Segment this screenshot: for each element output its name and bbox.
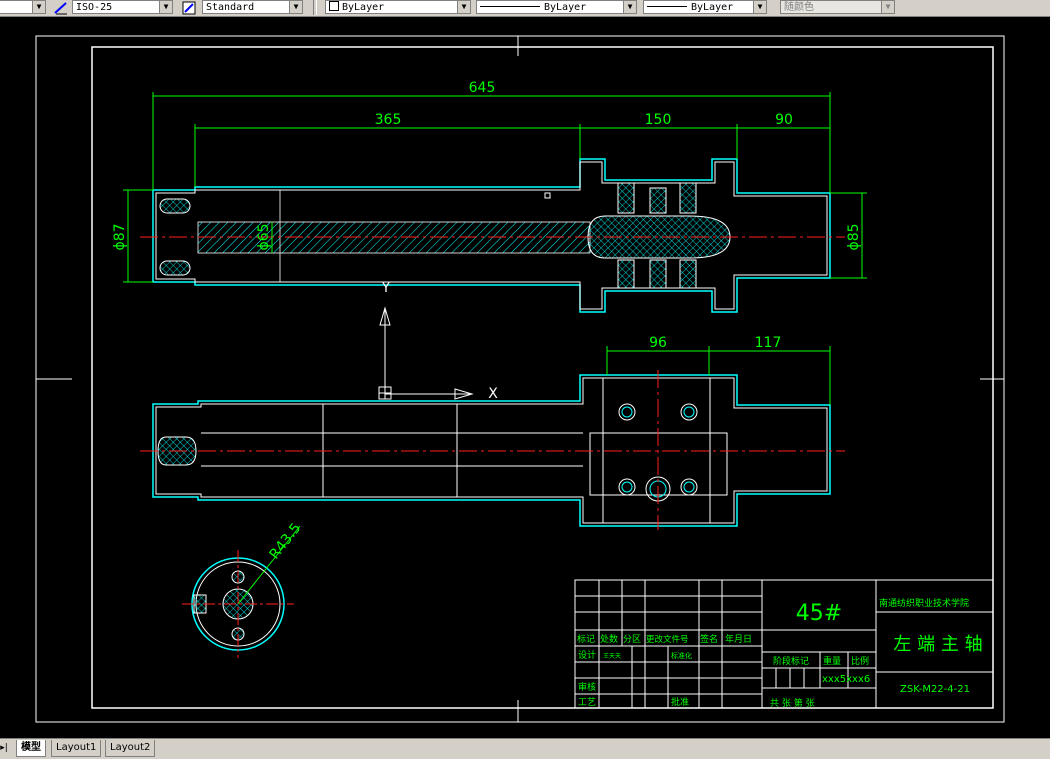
- text-style-icon[interactable]: [182, 0, 196, 15]
- tb-scale: 比例: [851, 655, 869, 667]
- ucs-x-label: X: [488, 386, 498, 402]
- linetype-select[interactable]: ByLayer ▼: [476, 0, 637, 14]
- properties-toolbar: ▼ ISO-25 ▼ Standard ▼ ByLayer ▼ ByLayer ▼ By…: [0, 0, 1050, 17]
- sheet-frame: [35, 35, 1005, 723]
- tb-material: 45#: [796, 601, 842, 626]
- tb-review: 审核: [578, 681, 596, 693]
- tb-count: 处数: [600, 633, 618, 645]
- drawing-canvas[interactable]: 645 365 150 90 ϕ87 ϕ65 ϕ85 Y X 96 117 R4…: [0, 16, 1050, 738]
- front-section-view: [140, 158, 845, 313]
- dim-117: 117: [755, 335, 782, 351]
- dimstyle-select[interactable]: ISO-25 ▼: [72, 0, 173, 14]
- plotstyle-select: 随颜色 ▼: [780, 0, 895, 14]
- ucs-icon: [378, 306, 474, 400]
- tb-approve: 批准: [671, 696, 689, 708]
- toolbar-separator: [313, 0, 317, 15]
- lineweight-select[interactable]: ByLayer ▼: [643, 0, 767, 14]
- dim-diameter-85: ϕ85: [846, 223, 862, 250]
- dropdown-arrow-icon: ▼: [289, 1, 302, 13]
- dim-diameter-65: ϕ65: [256, 223, 272, 250]
- tab-layout1[interactable]: Layout1: [51, 740, 102, 757]
- tb-signature: 签名: [700, 633, 718, 645]
- layout-tab-bar: ▸| 模型 Layout1 Layout2: [0, 738, 1050, 759]
- dropdown-arrow-icon: ▼: [881, 1, 894, 13]
- tb-change-doc: 更改文件号: [646, 634, 689, 645]
- tab-nav-icon[interactable]: ▸|: [0, 741, 8, 755]
- tb-scale-values: xxx5xxx6: [822, 674, 870, 685]
- lineweight-preview: [647, 6, 687, 7]
- dimstyle-value: ISO-25: [76, 2, 113, 13]
- tb-mark: 标记: [577, 633, 595, 645]
- dim-150: 150: [645, 112, 672, 128]
- tb-sheets: 共 张 第 张: [770, 697, 815, 709]
- textstyle-value: Standard: [206, 2, 255, 13]
- color-swatch-icon: [329, 1, 339, 11]
- dropdown-arrow-icon: ▼: [623, 1, 636, 13]
- ucs-y-label: Y: [381, 281, 390, 296]
- dimension-style-icon[interactable]: [54, 0, 68, 15]
- dim-radius: R43.5: [267, 520, 305, 562]
- tb-stage-mark: 阶段标记: [773, 655, 809, 667]
- dim-90: 90: [775, 112, 793, 128]
- tab-model[interactable]: 模型: [16, 740, 46, 757]
- workspace-combo[interactable]: ▼: [0, 0, 46, 14]
- dim-365: 365: [375, 112, 402, 128]
- dropdown-arrow-icon: ▼: [457, 1, 470, 13]
- dim-96: 96: [649, 335, 667, 351]
- linetype-value: ByLayer: [544, 2, 587, 13]
- lineweight-value: ByLayer: [691, 2, 734, 13]
- linetype-preview: [480, 6, 540, 7]
- tb-drawing-number: ZSK-M22-4-21: [900, 684, 970, 695]
- plotstyle-value: 随颜色: [784, 2, 814, 13]
- dropdown-arrow-icon: ▼: [159, 1, 172, 13]
- tb-weight: 重量: [823, 655, 841, 667]
- tb-date: 年月日: [725, 633, 752, 645]
- tb-part-name: 左 端 主 轴: [893, 634, 982, 655]
- tb-process: 工艺: [578, 697, 596, 708]
- tb-zone: 分区: [623, 634, 641, 645]
- textstyle-select[interactable]: Standard ▼: [202, 0, 303, 14]
- layer-color-value: ByLayer: [342, 2, 385, 13]
- dropdown-arrow-icon: ▼: [32, 1, 45, 13]
- layer-color-select[interactable]: ByLayer ▼: [325, 0, 471, 14]
- tb-design: 设计: [578, 649, 596, 661]
- dim-overall-length: 645: [469, 80, 496, 96]
- tb-school: 南通纺织职业技术学院: [879, 597, 969, 609]
- dim-diameter-87: ϕ87: [112, 223, 128, 250]
- dropdown-arrow-icon: ▼: [753, 1, 766, 13]
- tb-designer: 王天天: [603, 653, 621, 660]
- tab-layout2[interactable]: Layout2: [105, 740, 156, 757]
- tb-standardize: 标准化: [671, 651, 692, 660]
